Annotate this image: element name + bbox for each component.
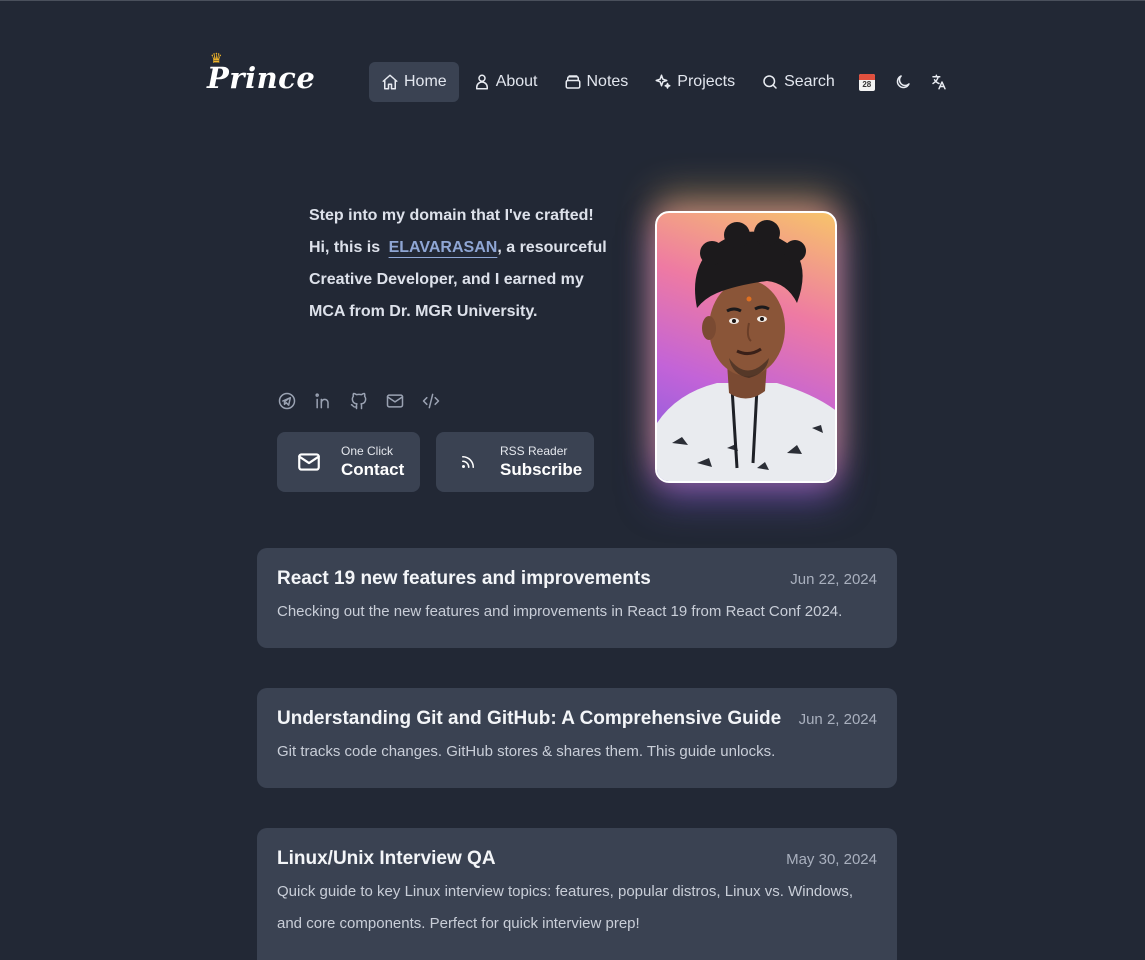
social-links [277, 391, 457, 411]
main-nav: Home About Notes Projects Search 28 [369, 62, 957, 102]
nav-item-label: Projects [677, 73, 736, 90]
search-icon [763, 75, 777, 89]
intro-line: Step into my domain that I've crafted! [309, 207, 594, 224]
telegram-icon [278, 392, 296, 410]
linkedin-icon [315, 393, 329, 409]
home-icon [382, 74, 398, 90]
code-icon [422, 393, 440, 409]
post-title: Understanding Git and GitHub: A Comprehe… [277, 708, 782, 729]
mail-icon [298, 453, 320, 471]
telegram-link[interactable] [277, 391, 297, 411]
nav-item-label: About [495, 73, 538, 90]
subscribe-button[interactable]: RSS Reader Subscribe [436, 432, 594, 492]
calendar-button[interactable]: 28 [849, 62, 885, 102]
nav-item-projects[interactable]: Projects [642, 62, 747, 102]
nav-item-search[interactable]: Search [749, 62, 847, 102]
profile-photo [655, 211, 837, 483]
post-card[interactable]: React 19 new features and improvements J… [257, 548, 897, 648]
post-description: Quick guide to key Linux interview topic… [277, 883, 854, 932]
subscribe-label: Subscribe [500, 460, 583, 479]
language-button[interactable] [921, 62, 957, 102]
nav-item-label: Search [784, 73, 835, 90]
calendar-icon: 28 [858, 73, 875, 91]
intro-text: Step into my domain that I've crafted! H… [309, 200, 619, 328]
sparkles-icon [655, 74, 671, 89]
name-link[interactable]: ELAVARASAN [389, 239, 498, 256]
user-icon [475, 74, 488, 90]
nav-item-home[interactable]: Home [369, 62, 459, 102]
translate-icon [932, 74, 946, 90]
github-link[interactable] [349, 391, 369, 411]
post-title: Linux/Unix Interview QA [277, 848, 496, 869]
intro-paragraph: Hi, this is ELAVARASAN, a resourceful Cr… [309, 232, 619, 328]
email-link[interactable] [385, 391, 405, 411]
post-card[interactable]: Understanding Git and GitHub: A Comprehe… [257, 688, 897, 788]
moon-icon [896, 75, 910, 89]
post-date: May 30, 2024 [786, 851, 877, 868]
mail-icon [386, 394, 404, 408]
nav-item-notes[interactable]: Notes [552, 62, 641, 102]
rss-icon [462, 456, 474, 468]
profile-illustration [657, 220, 835, 481]
nav-item-label: Home [404, 73, 447, 90]
post-date: Jun 2, 2024 [798, 711, 877, 728]
theme-toggle-button[interactable] [885, 62, 921, 102]
post-description: Checking out the new features and improv… [277, 603, 843, 620]
nav-item-label: Notes [586, 73, 629, 90]
post-card[interactable]: Linux/Unix Interview QA May 30, 2024 Qui… [257, 828, 897, 960]
site-logo[interactable]: ♛ Prince [207, 51, 315, 99]
contact-button[interactable]: One Click Contact [277, 432, 420, 492]
code-link[interactable] [421, 391, 441, 411]
post-date: Jun 22, 2024 [790, 571, 877, 588]
post-description: Git tracks code changes. GitHub stores &… [277, 743, 776, 760]
nav-item-about[interactable]: About [461, 62, 550, 102]
linkedin-link[interactable] [313, 391, 333, 411]
subscribe-caption: RSS Reader [500, 444, 568, 458]
intro-prefix: Hi, this is [309, 239, 381, 256]
logo-text: Prince [207, 61, 316, 95]
post-title: React 19 new features and improvements [277, 568, 651, 589]
github-icon [350, 392, 367, 410]
contact-caption: One Click [341, 444, 394, 458]
notes-icon [565, 75, 580, 89]
calendar-day: 28 [862, 79, 872, 89]
contact-label: Contact [341, 460, 405, 479]
